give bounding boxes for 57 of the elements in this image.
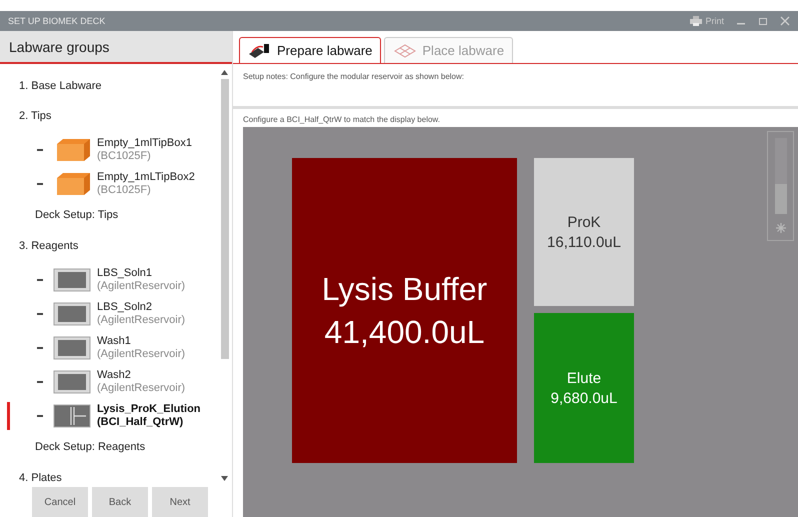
dash-icon (37, 183, 43, 185)
labware-type: (AgilentReservoir) (97, 382, 186, 395)
labware-name[interactable]: Empty_1mLTipBox2 (97, 171, 195, 184)
zoom-icon[interactable] (774, 222, 786, 234)
nav-button[interactable]: Back (92, 487, 148, 517)
window-title: SET UP BIOMEK DECK (8, 16, 106, 26)
labware-name[interactable]: LBS_Soln2 (97, 301, 186, 314)
group-label[interactable]: 2. Tips (19, 103, 217, 129)
setup-notes: Setup notes: Configure the modular reservoir as shown below: (233, 64, 798, 109)
tab[interactable]: Prepare labware (239, 37, 382, 63)
dash-icon (37, 347, 43, 349)
dash-icon (37, 381, 43, 383)
labware-type: (AgilentReservoir) (97, 314, 186, 327)
labware-type: (AgilentReservoir) (97, 280, 186, 293)
labware-type: (BCI_Half_QtrW) (97, 416, 184, 429)
dash-icon (37, 149, 43, 151)
reservoir-icon (53, 268, 91, 292)
labware-name[interactable]: LBS_Soln1 (97, 267, 186, 280)
labware-icon (248, 42, 272, 58)
deck-setup-link[interactable]: Deck Setup: Tips (35, 201, 217, 229)
well-label: ProK (567, 214, 601, 230)
sidebar-header: Labware groups (0, 31, 232, 64)
group-label[interactable]: 1. Base Labware (19, 73, 217, 99)
well-volume: 9,680.0uL (550, 390, 618, 406)
scrollbar-thumb[interactable] (220, 79, 228, 359)
well-label: Elute (566, 370, 602, 386)
close-icon[interactable] (780, 16, 790, 26)
well-volume: 16,110.0uL (547, 234, 621, 250)
scroll-down-icon[interactable] (221, 476, 228, 481)
slider-thumb[interactable] (774, 184, 786, 214)
group-label[interactable]: 3. Reagents (19, 233, 217, 259)
nav-button[interactable]: Next (152, 487, 208, 517)
dash-icon (37, 415, 43, 417)
reservoir-icon (53, 370, 91, 394)
labware-name[interactable]: Wash1 (97, 335, 186, 348)
nav-button[interactable]: Cancel (32, 487, 88, 517)
well-volume: 41,400.0uL (324, 314, 485, 350)
reservoir-icon (53, 336, 91, 360)
printer-icon (690, 16, 702, 26)
labware-type: (AgilentReservoir) (97, 348, 186, 361)
deck-icon (393, 42, 418, 58)
labware-name[interactable]: Lysis_ProK_Elution (97, 403, 201, 416)
labware-name[interactable]: Wash2 (97, 369, 186, 382)
labware-name[interactable]: Empty_1mlTipBox1 (97, 137, 192, 150)
zoom-slider[interactable] (767, 131, 794, 241)
labware-type: (BC1025F) (97, 150, 152, 163)
dash-icon (37, 313, 43, 315)
scroll-up-icon[interactable] (221, 70, 228, 75)
labware-type: (BC1025F) (97, 184, 152, 197)
deck-setup-link[interactable]: Deck Setup: Reagents (35, 433, 217, 461)
restore-icon[interactable] (758, 16, 768, 26)
selection-marker (7, 402, 10, 430)
reservoir-icon (53, 404, 91, 428)
dash-icon (37, 279, 43, 281)
reservoir-icon (53, 302, 91, 326)
well-label: Lysis Buffer (322, 270, 488, 308)
instruction-text: Configure a BCI_Half_QtrW to match the display below. (242, 114, 441, 126)
